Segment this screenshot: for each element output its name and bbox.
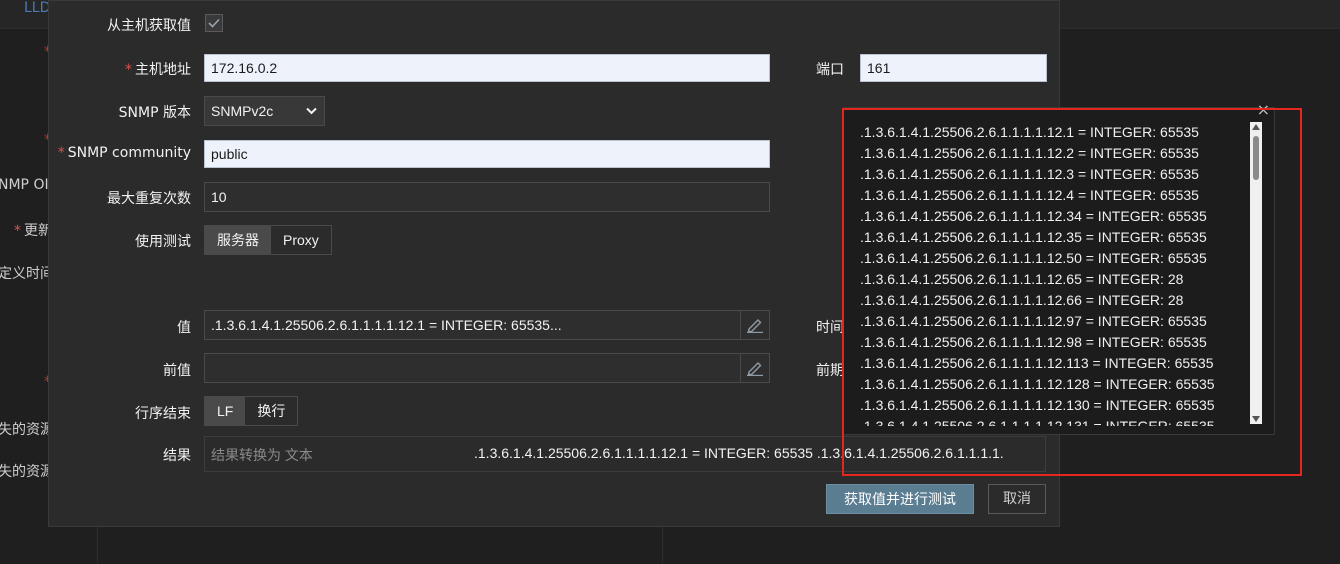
value-edit-button[interactable] — [740, 311, 769, 339]
pencil-icon — [747, 362, 763, 376]
time-label: 时间 — [816, 320, 844, 336]
result-convert-label: 结果转换为 文本 — [211, 447, 313, 463]
eol-segmented: LF 换行 — [204, 396, 299, 426]
test-with-proxy-option[interactable]: Proxy — [271, 226, 331, 254]
port-input[interactable]: 161 — [860, 54, 1047, 82]
test-with-segmented: 服务器 Proxy — [204, 225, 332, 255]
port-label: 端口 — [816, 62, 844, 78]
prev-value-label: 前值 — [163, 363, 191, 379]
snmp-community-input[interactable]: public — [204, 140, 770, 168]
prev-time-label: 前期 — [816, 363, 844, 379]
pencil-icon — [747, 319, 763, 333]
fetch-from-host-checkbox[interactable] — [205, 14, 223, 32]
result-label: 结果 — [163, 448, 191, 464]
get-value-and-test-button[interactable]: 获取值并进行测试 — [826, 484, 974, 514]
background-label: 失的资源 — [0, 422, 54, 438]
eol-lf-option[interactable]: LF — [205, 397, 246, 425]
prev-value-input[interactable] — [204, 353, 770, 383]
test-with-server-option[interactable]: 服务器 — [205, 226, 271, 254]
test-with-label: 使用测试 — [135, 234, 191, 250]
snmp-version-select[interactable]: SNMPv2c — [204, 96, 325, 126]
value-label: 值 — [177, 320, 191, 336]
chevron-down-icon — [306, 107, 317, 115]
snmp-version-value: SNMPv2c — [211, 103, 274, 119]
background-label: 失的资源 — [0, 464, 54, 480]
prev-value-edit-button[interactable] — [740, 354, 769, 382]
background-label: 定义时间 — [0, 266, 54, 282]
checkmark-icon — [208, 18, 220, 28]
max-repetitions-input[interactable]: 10 — [204, 182, 770, 212]
snmp-version-label: SNMP 版本 — [118, 105, 191, 121]
cancel-button[interactable]: 取消 — [988, 484, 1046, 514]
eol-crlf-option[interactable]: 换行 — [245, 397, 297, 425]
background-label: * 更新 — [14, 223, 52, 239]
value-input[interactable]: .1.3.6.1.4.1.25506.2.6.1.1.1.1.12.1 = IN… — [204, 310, 770, 340]
host-address-input[interactable]: 172.16.0.2 — [204, 54, 770, 82]
lld-link[interactable]: LLD — [24, 0, 50, 16]
host-address-label: * 主机地址 — [125, 62, 191, 78]
max-repetitions-label: 最大重复次数 — [107, 191, 191, 207]
background-label: NMP OI — [0, 177, 49, 193]
snmp-community-label: * SNMP community — [57, 145, 191, 161]
eol-label: 行序结束 — [135, 406, 191, 422]
fetch-from-host-label: 从主机获取值 — [107, 18, 191, 34]
highlight-annotation-box — [842, 108, 1302, 476]
